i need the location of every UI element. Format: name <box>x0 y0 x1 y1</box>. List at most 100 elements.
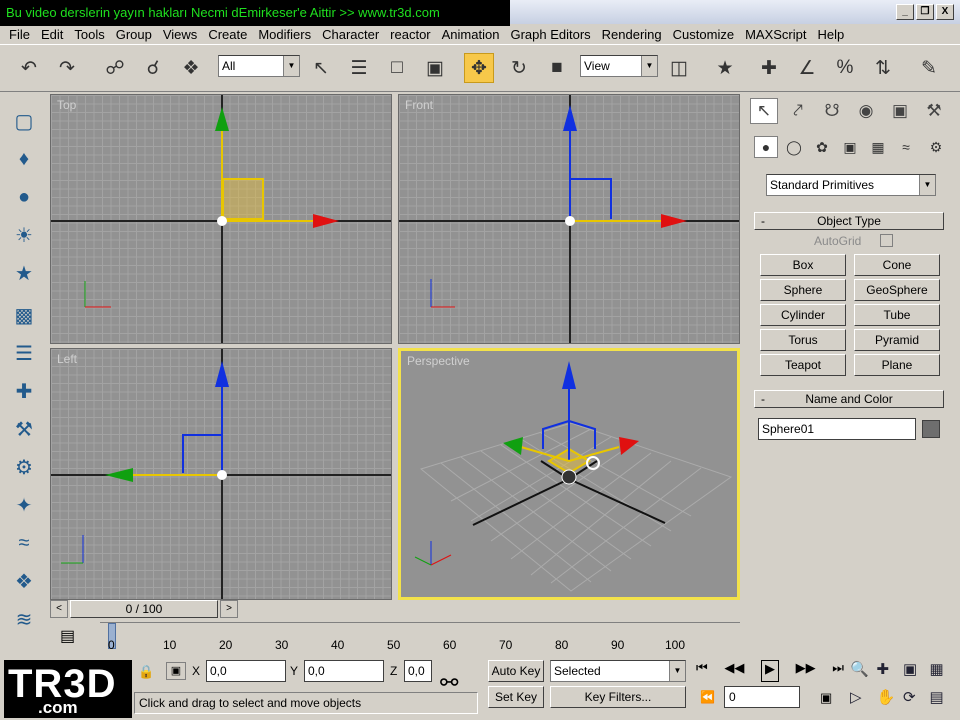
space-warp-icon[interactable]: ≈ <box>8 528 40 558</box>
track-bar[interactable] <box>100 622 740 656</box>
auto-key-button[interactable]: Auto Key <box>488 660 544 682</box>
lock-icon[interactable]: 🔒 <box>138 664 154 680</box>
restore-button[interactable]: ❒ <box>916 4 934 20</box>
set-key-button[interactable]: Set Key <box>488 686 544 708</box>
sphere-icon[interactable]: ● <box>8 182 40 212</box>
undo-icon[interactable]: ↶ <box>14 53 44 83</box>
autogrid-checkbox[interactable] <box>880 234 893 247</box>
motion-tab-icon[interactable]: ◉ <box>852 98 880 124</box>
menu-rendering[interactable]: Rendering <box>597 26 668 44</box>
category-dropdown[interactable]: Standard Primitives ▼ <box>766 174 936 196</box>
menu-modifiers[interactable]: Modifiers <box>253 26 317 44</box>
pyramid-button[interactable]: Pyramid <box>854 329 940 351</box>
time-slider[interactable]: 0 / 100 <box>70 600 218 618</box>
key-mode-dropdown[interactable]: Selected ▼ <box>550 660 686 682</box>
geosphere-button[interactable]: GeoSphere <box>854 279 940 301</box>
menu-reactor[interactable]: reactor <box>385 26 436 44</box>
menu-tools[interactable]: Tools <box>69 26 110 44</box>
systems-icon[interactable]: ⚙ <box>924 136 948 158</box>
menu-edit[interactable]: Edit <box>36 26 69 44</box>
absolute-mode-icon[interactable]: ▣ <box>166 662 186 680</box>
x-coordinate-input[interactable]: 0,0 <box>206 660 286 682</box>
rectangular-selection-icon[interactable]: □ <box>382 53 412 83</box>
angle-snap-icon[interactable]: ∠ <box>792 53 822 83</box>
viewport-front[interactable]: Front <box>398 94 740 344</box>
gear-icon[interactable]: ⚙ <box>8 452 40 482</box>
menu-character[interactable]: Character <box>317 26 385 44</box>
goto-start-icon[interactable]: ⏮ <box>696 660 708 682</box>
teapot-button[interactable]: Teapot <box>760 354 846 376</box>
utilities-tab-icon[interactable]: ⚒ <box>920 98 948 124</box>
torus-button[interactable]: Torus <box>760 329 846 351</box>
viewport-left[interactable]: Left <box>50 348 392 600</box>
stack-icon[interactable]: ☰ <box>8 338 40 368</box>
material-icon[interactable]: ▩ <box>8 300 40 330</box>
menu-create[interactable]: Create <box>203 26 253 44</box>
select-and-rotate-icon[interactable]: ↻ <box>504 53 534 83</box>
menu-views[interactable]: Views <box>158 26 203 44</box>
space-warps-icon[interactable]: ≈ <box>894 136 918 158</box>
cone-button[interactable]: Cone <box>854 254 940 276</box>
box-button[interactable]: Box <box>760 254 846 276</box>
sphere-button[interactable]: Sphere <box>760 279 846 301</box>
key-filters-button[interactable]: Key Filters... <box>550 686 686 708</box>
snap-3d-icon[interactable]: ✚ <box>754 53 784 83</box>
tube-button[interactable]: Tube <box>854 304 940 326</box>
time-configuration-icon[interactable]: ▣ <box>820 690 832 706</box>
select-by-name-icon[interactable]: ☰ <box>344 53 374 83</box>
menu-group[interactable]: Group <box>111 26 158 44</box>
helpers-icon[interactable]: ▦ <box>866 136 890 158</box>
goto-end-icon[interactable]: ⏭ <box>832 660 844 682</box>
cylinder-button[interactable]: Cylinder <box>760 304 846 326</box>
curve-editor-icon[interactable]: ▤ <box>60 626 75 646</box>
create-tab-icon[interactable]: ↖ <box>750 98 778 124</box>
select-and-move-icon[interactable]: ✥ <box>464 53 494 83</box>
close-button[interactable]: X <box>936 4 954 20</box>
redo-icon[interactable]: ↷ <box>52 53 82 83</box>
helper-icon[interactable]: ✚ <box>8 376 40 406</box>
selection-filter-dropdown[interactable]: All ▼ <box>218 55 300 77</box>
modify-tab-icon[interactable]: ⤤ <box>784 98 812 124</box>
character-icon[interactable]: ★ <box>8 258 40 288</box>
zoom-extents-all-icon[interactable]: ▦ <box>930 660 957 688</box>
play-icon[interactable]: ▶ <box>760 660 779 682</box>
menu-customize[interactable]: Customize <box>668 26 740 44</box>
geometry-icon[interactable]: ● <box>754 136 778 158</box>
hierarchy-tab-icon[interactable]: ☋ <box>818 98 846 124</box>
zoom-icon[interactable]: 🔍 <box>850 660 877 688</box>
y-coordinate-input[interactable]: 0,0 <box>304 660 384 682</box>
object-type-rollout-header[interactable]: - Object Type <box>754 212 944 230</box>
particles-icon[interactable]: ✦ <box>8 490 40 520</box>
next-frame-icon[interactable]: ▶▶ <box>796 660 816 682</box>
cameras-icon[interactable]: ▣ <box>838 136 862 158</box>
select-and-scale-icon[interactable]: ■ <box>542 53 572 83</box>
bind-space-warp-icon[interactable]: ❖ <box>176 53 206 83</box>
z-coordinate-input[interactable]: 0,0 <box>404 660 432 682</box>
menu-graph-editors[interactable]: Graph Editors <box>505 26 596 44</box>
lights-icon[interactable]: ✿ <box>810 136 834 158</box>
previous-frame-icon[interactable]: ◀◀ <box>724 660 744 682</box>
menu-file[interactable]: File <box>4 26 36 44</box>
zoom-extents-icon[interactable]: ▣ <box>903 660 930 688</box>
manipulate-icon[interactable]: ★ <box>710 53 740 83</box>
name-and-color-rollout-header[interactable]: - Name and Color <box>754 390 944 408</box>
current-frame-input[interactable]: 0 <box>724 686 800 708</box>
pivot-center-icon[interactable]: ◫ <box>664 53 694 83</box>
reference-coordinate-dropdown[interactable]: View ▼ <box>580 55 658 77</box>
shapes-icon[interactable]: ◯ <box>782 136 806 158</box>
menu-animation[interactable]: Animation <box>437 26 506 44</box>
object-name-input[interactable]: Sphere01 <box>758 418 916 440</box>
menu-help[interactable]: Help <box>812 26 850 44</box>
display-tab-icon[interactable]: ▣ <box>886 98 914 124</box>
field-of-view-icon[interactable]: ▷ <box>850 688 877 716</box>
key-mode-toggle-icon[interactable]: ⏪ <box>700 690 715 704</box>
menu-maxscript[interactable]: MAXScript <box>740 26 812 44</box>
unlink-icon[interactable]: ☌ <box>138 53 168 83</box>
pan-icon[interactable]: ✋ <box>877 688 904 716</box>
viewport-top[interactable]: Top <box>50 94 392 344</box>
percent-snap-icon[interactable]: % <box>830 53 860 83</box>
reactor-icon[interactable]: ❖ <box>8 566 40 596</box>
select-object-icon[interactable]: ↖ <box>306 53 336 83</box>
spinner-snap-icon[interactable]: ⇅ <box>868 53 898 83</box>
maximize-viewport-icon[interactable]: ▤ <box>930 688 957 716</box>
